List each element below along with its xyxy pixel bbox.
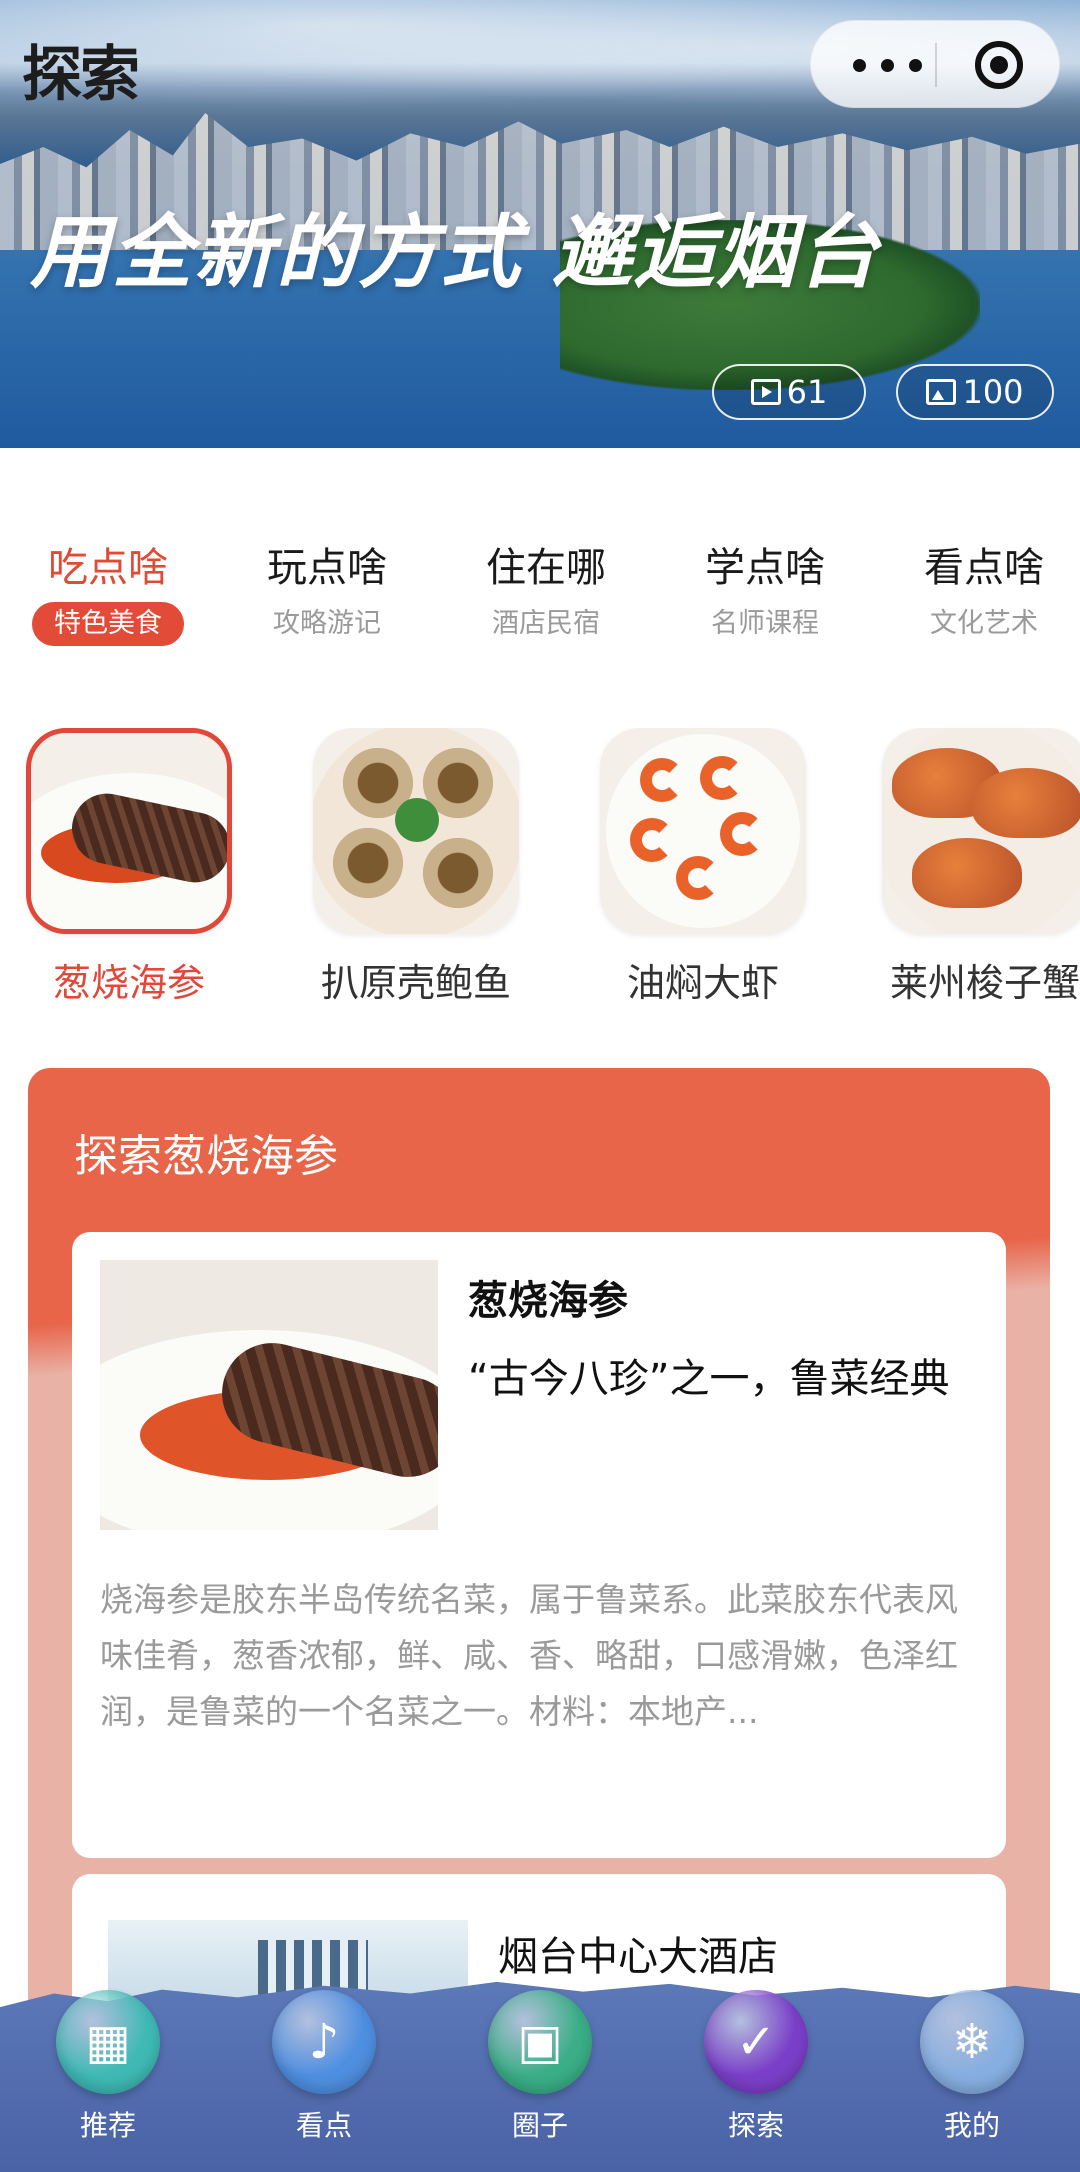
dish-detail-card[interactable]: 葱烧海参 “古今八珍”之一，鲁菜经典 烧海参是胶东半岛传统名菜，属于鲁菜系。此菜… xyxy=(72,1232,1006,1858)
dish-name: 莱州梭子蟹 xyxy=(889,961,1080,1005)
dot-icon xyxy=(909,59,922,72)
dish-thumbnail xyxy=(600,728,806,934)
mini-program-capsule xyxy=(810,20,1060,108)
photo-icon xyxy=(926,379,957,405)
tab-subtitle: 酒店民宿 xyxy=(492,608,600,639)
section-heading: 探索葱烧海参 xyxy=(74,1131,338,1182)
tab-subtitle: 文化艺术 xyxy=(930,608,1038,639)
tab-watch[interactable]: 看点啥 文化艺术 xyxy=(884,540,1080,646)
dot-icon xyxy=(881,59,894,72)
dish-item-abalone[interactable]: 扒原壳鲍鱼 xyxy=(301,728,531,1007)
nav-recommend[interactable]: ▦ 推荐 xyxy=(38,1990,178,2144)
tab-food[interactable]: 吃点啥 特色美食 xyxy=(8,540,208,646)
tab-play[interactable]: 玩点啥 攻略游记 xyxy=(227,540,427,646)
nav-watch[interactable]: ♪ 看点 xyxy=(254,1990,394,2144)
bells-icon: ♪ xyxy=(272,1990,376,2094)
nav-label: 推荐 xyxy=(79,2109,136,2142)
nav-label: 我的 xyxy=(943,2109,1000,2142)
nav-explore[interactable]: ✓ 探索 xyxy=(686,1990,826,2144)
dish-name: 葱烧海参 xyxy=(52,961,205,1005)
card-title: 葱烧海参 xyxy=(468,1278,628,1324)
close-target-icon[interactable] xyxy=(975,41,1023,89)
tab-subtitle: 名师课程 xyxy=(711,608,819,639)
hero-slogan: 用全新的方式 邂逅烟台 xyxy=(30,206,880,299)
frame-icon: ▣ xyxy=(488,1990,592,2094)
category-tabs: 吃点啥 特色美食 玩点啥 攻略游记 住在哪 酒店民宿 学点啥 名师课程 看点啥 … xyxy=(0,540,1080,650)
tab-subtitle: 攻略游记 xyxy=(273,608,381,639)
app-logo: 探索 xyxy=(22,40,140,110)
dish-item-prawn[interactable]: 油焖大虾 xyxy=(588,728,818,1007)
snowflake-icon: ❄ xyxy=(920,1990,1024,2094)
tab-learn[interactable]: 学点啥 名师课程 xyxy=(665,540,865,646)
more-options-button[interactable] xyxy=(849,45,929,85)
dish-name: 油焖大虾 xyxy=(626,961,779,1005)
nav-circle[interactable]: ▣ 圈子 xyxy=(470,1990,610,2144)
dish-carousel[interactable]: 葱烧海参 扒原壳鲍鱼 油焖大虾 莱州梭子蟹 xyxy=(0,728,1080,1008)
nav-label: 圈子 xyxy=(511,2109,568,2142)
photo-count-badge[interactable]: 100 xyxy=(896,364,1054,420)
tab-stay[interactable]: 住在哪 酒店民宿 xyxy=(446,540,646,646)
dish-photo xyxy=(100,1260,438,1530)
capsule-divider xyxy=(935,43,937,87)
card-subtitle: “古今八珍”之一，鲁菜经典 xyxy=(468,1356,950,1402)
video-count-badge[interactable]: 61 xyxy=(712,364,866,420)
dish-item-crab[interactable]: 莱州梭子蟹 xyxy=(870,728,1080,1007)
photo-count: 100 xyxy=(962,373,1024,411)
nav-label: 探索 xyxy=(727,2109,784,2142)
video-count: 61 xyxy=(786,373,828,411)
hero-banner[interactable]: 探索 用全新的方式 邂逅烟台 61 100 xyxy=(0,0,1080,448)
tab-subtitle: 特色美食 xyxy=(32,602,184,646)
sleigh-icon: ✓ xyxy=(704,1990,808,2094)
dish-name: 扒原壳鲍鱼 xyxy=(320,961,511,1005)
dish-thumbnail xyxy=(882,728,1080,934)
nav-label: 看点 xyxy=(295,2109,352,2142)
tab-title: 学点啥 xyxy=(705,545,825,591)
dot-icon xyxy=(853,59,866,72)
tab-title: 住在哪 xyxy=(486,545,606,591)
video-icon xyxy=(750,379,781,405)
dish-item-sea-cucumber[interactable]: 葱烧海参 xyxy=(14,728,244,1007)
dish-thumbnail xyxy=(313,728,519,934)
tab-title: 看点啥 xyxy=(924,545,1044,591)
nav-mine[interactable]: ❄ 我的 xyxy=(902,1990,1042,2144)
tab-title: 吃点啥 xyxy=(48,545,168,591)
dish-thumbnail xyxy=(26,728,232,934)
tab-title: 玩点啥 xyxy=(267,545,387,591)
card-title: 烟台中心大酒店 xyxy=(498,1934,778,1980)
storefront-icon: ▦ xyxy=(56,1990,160,2094)
card-description: 烧海参是胶东半岛传统名菜，属于鲁菜系。此菜胶东代表风味佳肴，葱香浓郁，鲜、咸、香… xyxy=(100,1580,958,1731)
